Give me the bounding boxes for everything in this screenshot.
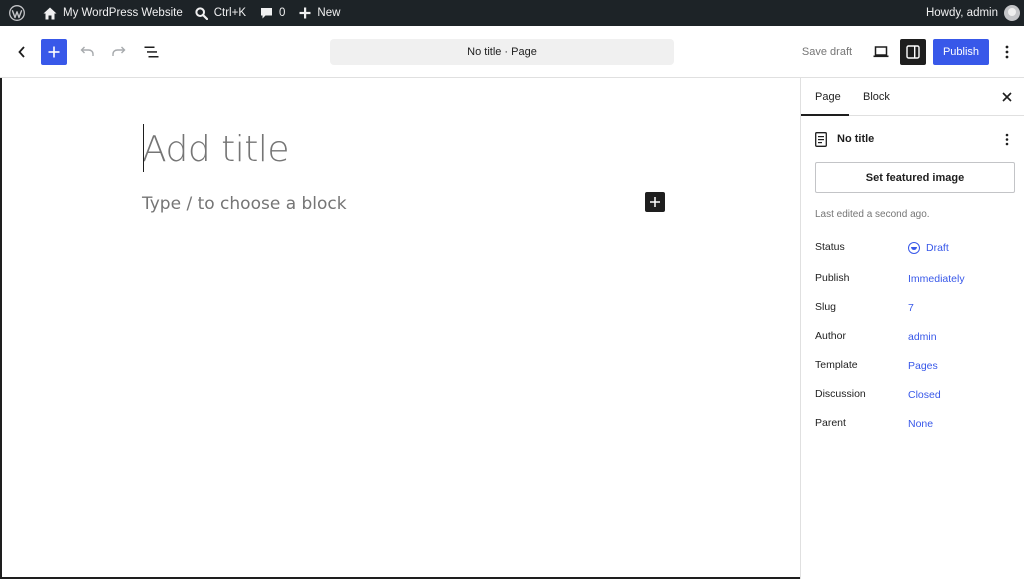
parent-row: Parent None [815,417,1015,433]
more-vertical-icon [1005,133,1009,145]
wordpress-logo-menu[interactable] [0,0,31,26]
document-overview-button[interactable] [140,39,162,65]
parent-value[interactable]: None [908,418,933,430]
home-icon [43,7,57,19]
undo-icon [80,46,94,56]
avatar [1004,5,1020,21]
publish-button[interactable]: Publish [933,39,989,65]
site-name: My WordPress Website [63,7,183,19]
tab-block[interactable]: Block [863,78,890,116]
tab-page[interactable]: Page [815,78,841,116]
discussion-label: Discussion [815,388,866,400]
document-summary: No title [815,130,1015,148]
editor-header: No title · Page Save draft Publish [0,26,1024,78]
settings-sidebar: Page Block No title Set featured image L… [800,78,1024,579]
close-sidebar-button[interactable] [999,89,1015,105]
back-icon [18,46,25,58]
discussion-row: Discussion Closed [815,388,1015,404]
add-block-icon [48,46,60,58]
comments-menu[interactable]: 0 [252,0,291,26]
comments-count: 0 [279,7,286,19]
active-tab-indicator [801,114,849,116]
save-draft-button[interactable]: Save draft [792,39,862,65]
set-featured-image-button[interactable]: Set featured image [815,162,1015,193]
settings-button[interactable] [900,39,926,65]
status-value-button[interactable]: Draft [908,242,949,254]
plus-icon [299,7,311,19]
tab-block-label: Block [863,91,890,103]
sidebar-tabs: Page Block [801,78,1024,116]
last-edited-text: Last edited a second ago. [815,209,930,220]
status-value: Draft [926,242,949,254]
options-icon [1005,45,1009,59]
wordpress-logo-icon [9,5,25,21]
settings-icon [906,45,920,59]
tab-page-label: Page [815,91,841,103]
page-icon [815,131,827,147]
preview-icon [873,46,889,58]
options-button[interactable] [998,39,1016,65]
my-account-menu[interactable]: Howdy, admin [920,0,1024,26]
template-label: Template [815,359,858,371]
parent-label: Parent [815,417,846,429]
new-label: New [317,7,341,19]
close-icon [1002,92,1012,102]
plus-icon [650,197,660,207]
new-content-menu[interactable]: New [291,0,346,26]
block-placeholder[interactable]: Type / to choose a block [142,194,347,214]
template-value[interactable]: Pages [908,360,938,372]
status-row: Status Draft [815,241,1015,257]
author-row: Author admin [815,330,1015,346]
redo-icon [112,46,126,56]
document-overview-icon [144,46,158,58]
howdy-text: Howdy, admin [925,7,998,19]
publish-row: Publish Immediately [815,272,1015,288]
document-title-bar[interactable]: No title · Page [330,39,674,65]
slug-value[interactable]: 7 [908,302,914,314]
sidebar-document-title: No title [837,133,875,145]
preview-button[interactable] [868,39,894,65]
back-button[interactable] [11,39,33,65]
publish-value[interactable]: Immediately [908,273,965,285]
search-icon [195,6,208,20]
author-value[interactable]: admin [908,331,937,343]
document-title: No title · Page [467,46,537,58]
undo-button[interactable] [76,39,98,65]
status-label: Status [815,241,845,253]
document-actions-button[interactable] [999,130,1015,148]
text-caret [143,124,144,172]
publish-label: Publish [815,272,850,284]
block-inserter-button[interactable] [41,39,67,65]
discussion-value[interactable]: Closed [908,389,941,401]
slug-label: Slug [815,301,837,313]
author-label: Author [815,330,846,342]
search-shortcut: Ctrl+K [213,7,246,19]
admin-bar: My WordPress Website Ctrl+K 0 New Howdy,… [0,0,1024,26]
command-palette[interactable]: Ctrl+K [189,0,252,26]
editor-canvas[interactable]: Add title Type / to choose a block [0,78,800,579]
comment-icon [261,7,272,18]
slug-row: Slug 7 [815,301,1015,317]
title-placeholder[interactable]: Add title [142,126,290,174]
site-name-menu[interactable]: My WordPress Website [31,0,189,26]
redo-button[interactable] [108,39,130,65]
template-row: Template Pages [815,359,1015,375]
add-block-button[interactable] [645,192,665,212]
draft-status-icon [908,242,920,254]
